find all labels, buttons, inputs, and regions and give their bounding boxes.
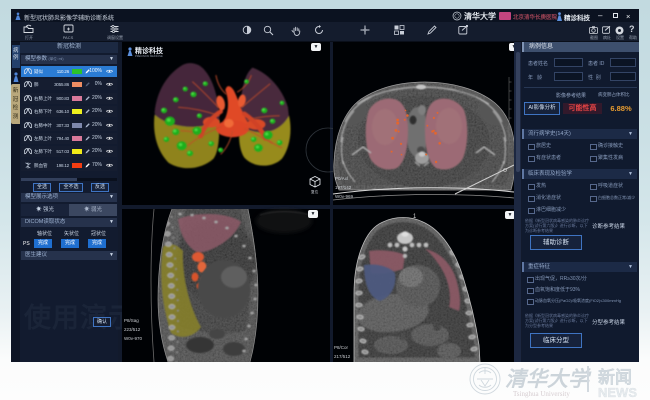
svg-text:PRECISION MEDICINE: PRECISION MEDICINE [135,54,163,58]
svg-text:217/512: 217/512 [334,354,351,359]
svg-text:197/142: 197/142 [335,185,352,190]
svg-text:NEWS: NEWS [598,385,637,400]
svg-text:新闻: 新闻 [598,367,632,387]
svg-text:复位: 复位 [311,189,319,194]
svg-text:223/512: 223/512 [124,327,141,332]
svg-text:W0v-969: W0v-969 [335,194,354,199]
svg-text:Tsinghua University: Tsinghua University [513,390,570,398]
svg-text:精诊科技: 精诊科技 [135,46,164,55]
svg-text:P0/Axl: P0/Axl [335,176,348,181]
svg-text:W0v-970: W0v-970 [124,336,143,341]
svg-text:P8/Cor: P8/Cor [334,345,349,350]
svg-text:清华大学: 清华大学 [505,367,592,391]
svg-text:P8/Sag: P8/Sag [124,318,139,323]
